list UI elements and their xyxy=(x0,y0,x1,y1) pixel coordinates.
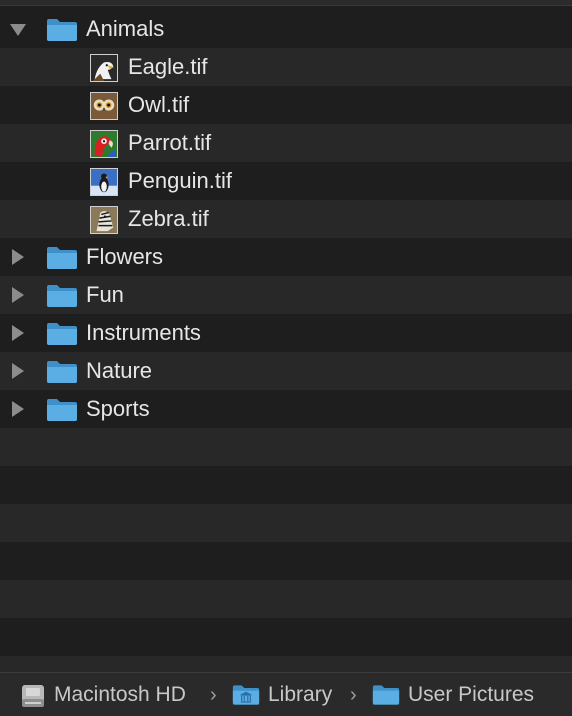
path-item-macintosh-hd[interactable]: Macintosh HD xyxy=(54,683,186,707)
path-separator-chevron-icon: › xyxy=(350,684,357,706)
penguin-thumbnail-icon xyxy=(90,168,118,196)
empty-row xyxy=(0,428,572,466)
disclosure-triangle-collapsed-icon[interactable] xyxy=(12,363,24,379)
disclosure-triangle-collapsed-icon[interactable] xyxy=(12,325,24,341)
folder-row-fun[interactable]: Fun xyxy=(0,276,572,314)
path-item-library[interactable]: Library xyxy=(268,683,332,707)
folder-icon xyxy=(47,247,77,269)
folder-label: Nature xyxy=(86,358,153,383)
file-row-penguin[interactable]: Penguin.tif xyxy=(0,162,572,200)
folder-icon xyxy=(47,361,77,383)
folder-label: Flowers xyxy=(86,244,164,269)
folder-label: Animals xyxy=(86,16,165,41)
folder-row-nature[interactable]: Nature xyxy=(0,352,572,390)
empty-row xyxy=(0,618,572,656)
empty-row xyxy=(0,656,572,672)
folder-row-sports[interactable]: Sports xyxy=(0,390,572,428)
disclosure-triangle-collapsed-icon[interactable] xyxy=(12,249,24,265)
zebra-thumbnail-icon xyxy=(90,206,118,234)
folder-icon xyxy=(47,285,77,307)
file-label: Parrot.tif xyxy=(128,130,212,155)
folder-row-instruments[interactable]: Instruments xyxy=(0,314,572,352)
disclosure-triangle-collapsed-icon[interactable] xyxy=(12,401,24,417)
parrot-thumbnail-icon xyxy=(90,130,118,158)
folder-icon xyxy=(47,19,77,41)
file-label: Owl.tif xyxy=(128,92,190,117)
disclosure-triangle-expanded-icon[interactable] xyxy=(10,24,26,36)
folder-label: Fun xyxy=(86,282,124,307)
file-label: Penguin.tif xyxy=(128,168,232,193)
owl-thumbnail-icon xyxy=(90,92,118,120)
folder-icon xyxy=(372,685,400,705)
top-border xyxy=(0,0,572,6)
file-row-parrot[interactable]: Parrot.tif xyxy=(0,124,572,162)
empty-row xyxy=(0,466,572,504)
file-row-owl[interactable]: Owl.tif xyxy=(0,86,572,124)
hard-drive-icon xyxy=(22,685,44,707)
empty-row xyxy=(0,504,572,542)
folder-row-flowers[interactable]: Flowers xyxy=(0,238,572,276)
empty-row xyxy=(0,580,572,618)
file-list[interactable]: Animals Eagle.tif Owl.tif Parrot.tif Pen… xyxy=(0,10,572,672)
disclosure-triangle-collapsed-icon[interactable] xyxy=(12,287,24,303)
folder-row-animals[interactable]: Animals xyxy=(0,10,572,48)
file-label: Zebra.tif xyxy=(128,206,209,231)
empty-row xyxy=(0,542,572,580)
folder-label: Sports xyxy=(86,396,150,421)
file-row-zebra[interactable]: Zebra.tif xyxy=(0,200,572,238)
folder-label: Instruments xyxy=(86,320,201,345)
folder-icon xyxy=(47,399,77,421)
file-row-eagle[interactable]: Eagle.tif xyxy=(0,48,572,86)
library-folder-icon xyxy=(232,685,260,705)
path-item-user-pictures[interactable]: User Pictures xyxy=(408,683,534,707)
path-bar: Macintosh HD › Library › User Pictures xyxy=(0,672,572,716)
folder-icon xyxy=(47,323,77,345)
eagle-thumbnail-icon xyxy=(90,54,118,82)
path-separator-chevron-icon: › xyxy=(210,684,217,706)
file-label: Eagle.tif xyxy=(128,54,208,79)
